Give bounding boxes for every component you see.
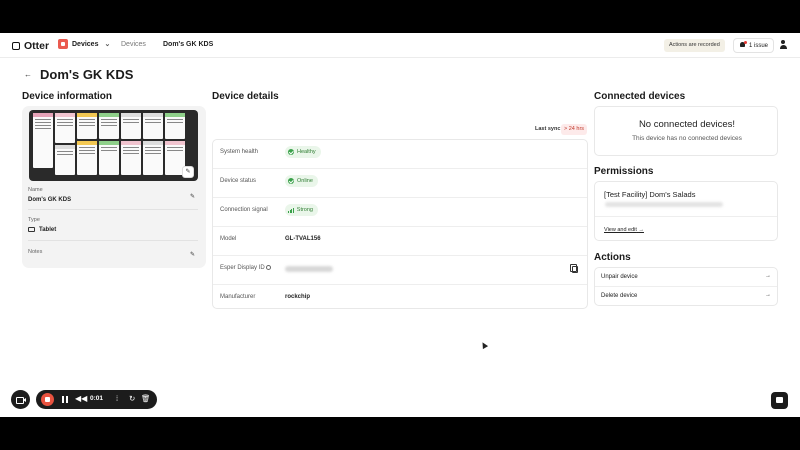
bell-icon	[739, 41, 747, 49]
system-health-label: System health	[220, 149, 259, 155]
signal-bars-icon	[288, 207, 294, 213]
app-frame: Otter Devices ⌄ Devices Dom's GK KDS Act…	[0, 33, 800, 417]
check-circle-icon	[288, 178, 294, 184]
back-arrow-icon[interactable]: ←	[24, 70, 32, 79]
tablet-icon	[28, 227, 35, 232]
arrow-right-icon: →	[765, 292, 771, 298]
manufacturer-value: rockchip	[285, 294, 311, 300]
empty-state-title: No connected devices!	[638, 119, 736, 130]
view-and-edit-link[interactable]: View and edit →	[604, 227, 644, 233]
permission-redacted-detail	[605, 202, 723, 207]
mouse-cursor	[479, 340, 489, 350]
pause-icon[interactable]	[62, 396, 68, 403]
device-details-title: Device details	[212, 91, 279, 102]
app-switcher[interactable]: Devices ⌄	[58, 39, 110, 49]
issues-button[interactable]: 1 issue	[733, 38, 775, 53]
connection-signal-label: Connection signal	[220, 207, 268, 213]
device-information-title: Device information	[22, 91, 113, 102]
waveform-icon[interactable]: ⁞	[116, 394, 118, 403]
connected-devices-card: No connected devices! This device has no…	[594, 106, 778, 156]
info-icon[interactable]	[265, 265, 271, 270]
type-label: Type	[28, 217, 40, 223]
top-nav: Otter Devices ⌄ Devices Dom's GK KDS Act…	[0, 33, 800, 58]
camera-button[interactable]	[11, 390, 30, 409]
device-information-card	[22, 106, 206, 268]
notes-label: Notes	[28, 249, 43, 255]
table-row: Connection signal Strong	[213, 198, 587, 227]
divider	[28, 209, 198, 210]
table-row: System health Healthy	[213, 140, 587, 169]
type-value: Tablet	[28, 227, 56, 233]
user-icon[interactable]	[779, 40, 788, 50]
empty-state-subtitle: This device has no connected devices	[632, 135, 742, 142]
actions-recorded-badge: Actions are recorded	[664, 39, 725, 52]
check-circle-icon	[288, 149, 294, 155]
arrow-right-icon: →	[638, 227, 644, 233]
arrow-right-icon: →	[765, 273, 771, 279]
esper-display-id-label: Esper Display ID	[220, 265, 271, 271]
app-switcher-label: Devices	[72, 40, 99, 48]
otter-logo-icon	[12, 42, 20, 50]
delete-device-action[interactable]: Delete device →	[595, 287, 777, 306]
divider	[595, 216, 777, 217]
permissions-title: Permissions	[594, 166, 654, 177]
table-row: Device status Online	[213, 169, 587, 198]
chevron-down-icon: ⌄	[104, 41, 111, 48]
device-status-badge: Online	[285, 175, 318, 187]
recording-timer: 0:01	[90, 395, 104, 402]
breadcrumb-devices[interactable]: Devices	[121, 41, 146, 48]
name-label: Name	[28, 187, 43, 193]
connection-signal-badge: Strong	[285, 204, 318, 216]
actions-card: Unpair device → Delete device →	[594, 267, 778, 306]
recording-toolbar: ◀◀ 0:01 ⁞ ↻ 🗑	[36, 390, 157, 409]
device-screenshot	[29, 110, 198, 181]
connected-devices-title: Connected devices	[594, 91, 686, 102]
otter-logo[interactable]: Otter	[12, 40, 49, 52]
edit-name-pencil-icon[interactable]: ✎	[190, 193, 195, 200]
trash-icon[interactable]: 🗑	[141, 394, 151, 403]
name-value: Dom's GK KDS	[28, 197, 72, 203]
model-label: Model	[220, 236, 237, 242]
permissions-card: [Test Facility] Dom's Salads View and ed…	[594, 181, 778, 241]
redo-icon[interactable]: ↻	[129, 394, 135, 403]
breadcrumb-current: Dom's GK KDS	[163, 41, 214, 48]
last-sync-badge: > 24 hrs	[561, 124, 588, 135]
model-value: GL-TVAL156	[285, 236, 321, 242]
permission-facility-name: [Test Facility] Dom's Salads	[604, 190, 696, 199]
edit-notes-pencil-icon[interactable]: ✎	[190, 251, 195, 258]
chat-icon[interactable]	[771, 392, 788, 409]
table-row: Esper Display ID	[213, 256, 587, 285]
system-health-badge: Healthy	[285, 146, 321, 158]
table-row: Model GL-TVAL156	[213, 227, 587, 256]
issues-label: 1 issue	[749, 42, 769, 49]
manufacturer-label: Manufacturer	[220, 294, 256, 300]
copy-icon[interactable]	[570, 264, 578, 273]
divider	[28, 240, 198, 241]
table-row: Manufacturer rockchip	[213, 285, 587, 314]
esper-display-id-redacted	[285, 266, 333, 272]
devices-app-icon	[58, 39, 68, 49]
last-sync-label: Last sync	[535, 126, 561, 132]
unpair-device-action[interactable]: Unpair device →	[595, 268, 777, 287]
device-details-table: System health Healthy Device status Onli…	[212, 139, 588, 309]
stop-recording-button[interactable]	[41, 393, 54, 406]
edit-photo-button[interactable]: ✎	[182, 166, 194, 178]
logo-text: Otter	[24, 40, 50, 52]
rewind-icon[interactable]: ◀◀	[75, 394, 87, 403]
actions-title: Actions	[594, 252, 631, 263]
page-title: Dom's GK KDS	[40, 67, 134, 82]
device-status-label: Device status	[220, 178, 257, 184]
